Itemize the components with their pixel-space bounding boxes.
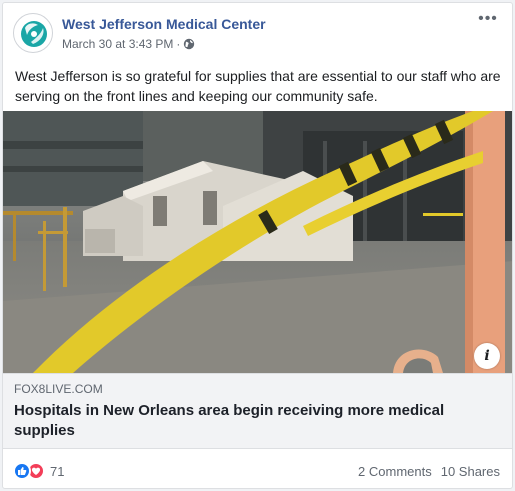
page-name-link[interactable]: West Jefferson Medical Center (62, 16, 266, 32)
link-preview-image[interactable]: i (3, 111, 512, 373)
engagement-stats: 2 Comments 10 Shares (358, 464, 500, 479)
hospital-tents-photo (3, 111, 512, 373)
post-card: West Jefferson Medical Center March 30 a… (2, 2, 513, 489)
globe-icon[interactable] (183, 38, 195, 50)
link-preview[interactable]: FOX8LIVE.COM Hospitals in New Orleans ar… (3, 373, 512, 449)
meta-separator: · (176, 37, 181, 51)
reaction-count: 71 (50, 463, 65, 479)
more-options-icon[interactable]: ••• (476, 11, 500, 33)
link-domain: FOX8LIVE.COM (14, 382, 103, 396)
page-avatar[interactable] (13, 13, 53, 53)
post-text: West Jefferson is so grateful for suppli… (15, 68, 501, 104)
post-meta: March 30 at 3:43 PM · (62, 37, 195, 51)
link-title[interactable]: Hospitals in New Orleans area begin rece… (14, 401, 494, 441)
post-timestamp[interactable]: March 30 at 3:43 PM (62, 37, 173, 51)
shares-count-link[interactable]: 10 Shares (441, 464, 500, 479)
comments-count-link[interactable]: 2 Comments (358, 464, 432, 479)
post-header: West Jefferson Medical Center March 30 a… (3, 3, 512, 61)
post-footer: 71 2 Comments 10 Shares (3, 449, 512, 488)
info-button[interactable]: i (474, 343, 500, 369)
reactions-summary[interactable]: 71 (13, 462, 64, 480)
hospital-logo-icon (21, 21, 47, 47)
like-icon (13, 462, 31, 480)
